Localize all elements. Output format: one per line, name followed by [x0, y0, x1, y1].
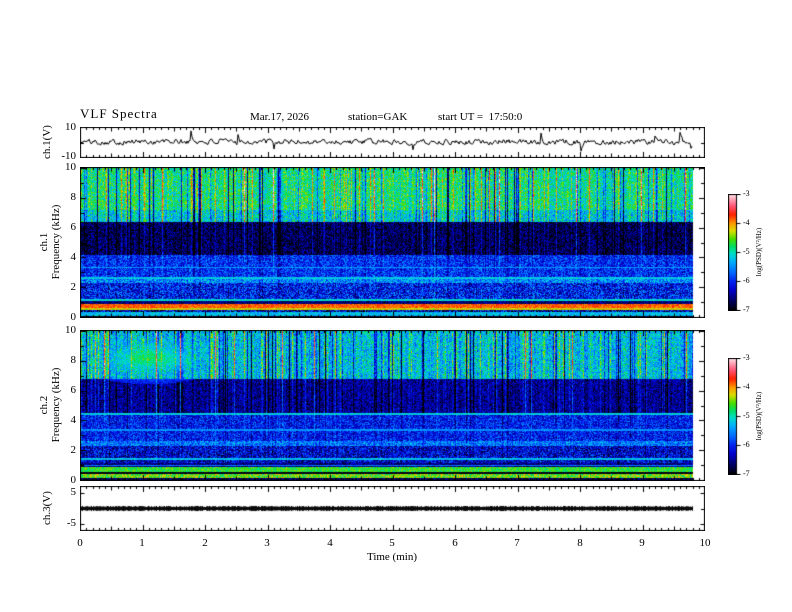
figure-station: station=GAK	[348, 111, 408, 123]
x-axis-label: Time (min)	[366, 551, 417, 563]
cbar1-tick: -5	[743, 247, 750, 256]
spec2-ylabel: ch.2 Frequency (kHz)	[38, 340, 62, 470]
cbar1-label: log(PSD)(V²/Hz)	[755, 227, 763, 277]
x-tick: 7	[514, 537, 520, 549]
ch2-spectrogram-panel	[80, 330, 705, 481]
colorbar-ch2	[728, 358, 742, 475]
ch3-ylabel: ch.3(V)	[41, 491, 53, 525]
figure-start-ut: start UT = 17:50:0	[438, 111, 523, 123]
x-tick: 2	[202, 537, 208, 549]
cbar2-tick: -3	[743, 353, 750, 362]
cbar2-label: log(PSD)(V²/Hz)	[755, 391, 763, 441]
cbar1-tick: -3	[743, 189, 750, 198]
spec1-ytick: 0	[70, 311, 77, 323]
cbar2-tick: -6	[743, 440, 750, 449]
ch1-spectrogram-panel	[80, 167, 705, 318]
x-tick: 0	[77, 537, 83, 549]
spec1-ylabel-line1: ch.1	[38, 232, 50, 252]
cbar2-tick: -4	[743, 382, 750, 391]
spec1-ylabel: ch.1 Frequency (kHz)	[38, 177, 62, 307]
ch1-voltage-panel	[80, 127, 705, 158]
spec2-ylabel-line1: ch.2	[38, 395, 50, 415]
spec1-ylabel-line2: Frequency (kHz)	[50, 204, 62, 280]
ch3-voltage-panel	[80, 486, 705, 531]
x-tick: 6	[452, 537, 458, 549]
figure-date: Mar.17, 2026	[250, 111, 309, 123]
cbar1-tick: -4	[743, 218, 750, 227]
x-tick: 5	[389, 537, 395, 549]
x-tick: 1	[139, 537, 145, 549]
x-tick: 10	[699, 537, 711, 549]
cbar2-tick: -7	[743, 469, 750, 478]
x-tick: 8	[577, 537, 583, 549]
x-tick: 4	[327, 537, 333, 549]
cbar1-tick: -7	[743, 305, 750, 314]
spec1-ytick: 10	[65, 161, 76, 173]
colorbar-ch1	[728, 194, 742, 311]
spec2-ytick: 10	[65, 324, 76, 336]
vlf-spectra-figure: VLF Spectra Mar.17, 2026 station=GAK sta…	[0, 0, 792, 612]
x-tick: 9	[639, 537, 645, 549]
cbar1-tick: -6	[743, 276, 750, 285]
x-tick: 3	[264, 537, 270, 549]
spec2-ylabel-line2: Frequency (kHz)	[50, 367, 62, 443]
figure-title: VLF Spectra	[80, 106, 158, 121]
cbar2-tick: -5	[743, 411, 750, 420]
